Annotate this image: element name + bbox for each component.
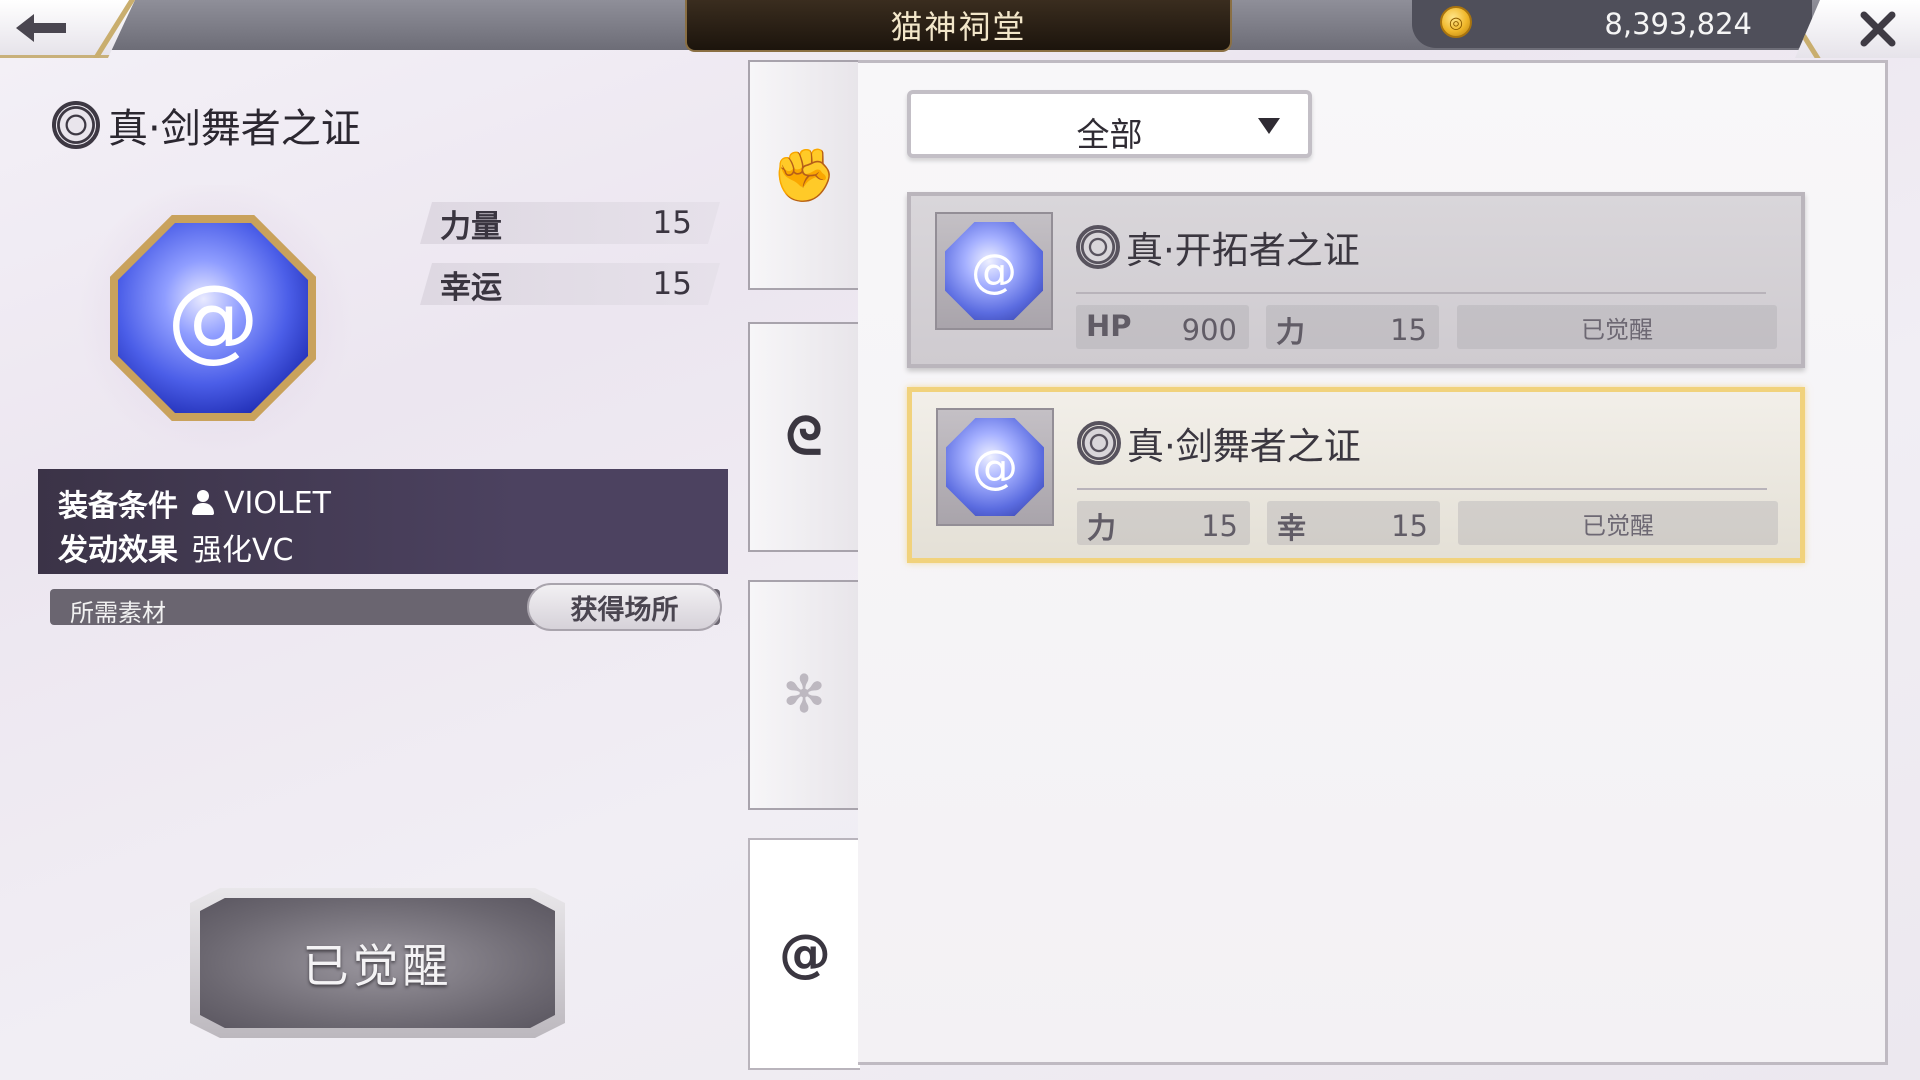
coin-icon: ◎ bbox=[1440, 6, 1472, 38]
item-large-image: @ bbox=[70, 185, 360, 450]
tab-swirl[interactable]: @ bbox=[748, 838, 860, 1070]
equip-condition: 装备条件 VIOLET bbox=[58, 481, 331, 525]
card-stat-label: 力 bbox=[1276, 315, 1306, 349]
emblem-icon: ✻ bbox=[782, 665, 826, 725]
card-stat-value: 900 bbox=[1181, 313, 1237, 347]
card-thumbnail: @ bbox=[935, 212, 1053, 330]
wind-swirl-icon: ᘓ bbox=[785, 406, 823, 467]
stat-label: 幸运 bbox=[440, 269, 502, 306]
materials-label: 所需素材 bbox=[70, 599, 166, 627]
item-card[interactable]: @ 真·开拓者之证 HP 900 力 15 已觉醒 bbox=[907, 192, 1805, 368]
awakened-button[interactable]: 已觉醒 bbox=[190, 888, 565, 1038]
swirl-gem-icon: @ bbox=[946, 418, 1044, 516]
card-name-text: 真·剑舞者之证 bbox=[1127, 425, 1361, 468]
tab-fist[interactable]: ✊ bbox=[748, 60, 858, 290]
stat-value: 15 bbox=[652, 266, 692, 302]
filter-selected: 全部 bbox=[1076, 115, 1143, 154]
emblem-icon bbox=[1076, 225, 1120, 269]
card-divider bbox=[1077, 488, 1767, 490]
emblem-icon bbox=[1077, 421, 1121, 465]
equip-condition-value: VIOLET bbox=[224, 485, 331, 521]
emblem-icon bbox=[52, 101, 100, 149]
card-stat: 力 15 bbox=[1266, 305, 1439, 349]
awakened-button-label: 已觉醒 bbox=[200, 898, 555, 1028]
close-icon bbox=[1860, 11, 1896, 47]
stat-row-luck: 幸运 15 bbox=[420, 263, 720, 305]
item-title-text: 真·剑舞者之证 bbox=[108, 106, 361, 152]
currency-display: ◎ 8,393,824 bbox=[1412, 0, 1812, 48]
effect-row: 发动效果 强化VC bbox=[58, 525, 293, 569]
card-stat-label: 力 bbox=[1087, 511, 1117, 545]
card-stat: HP 900 bbox=[1076, 305, 1249, 349]
item-card-selected[interactable]: @ 真·剑舞者之证 力 15 幸 15 已觉醒 bbox=[907, 387, 1805, 563]
back-arrow-icon bbox=[16, 13, 66, 42]
swirl-gem-icon: @ bbox=[118, 223, 308, 413]
card-stat-value: 15 bbox=[1391, 509, 1428, 543]
stat-row-strength: 力量 15 bbox=[420, 202, 720, 244]
tab-emblem[interactable]: ✻ bbox=[748, 580, 858, 810]
category-tabs: ✊ ᘓ ✻ @ bbox=[748, 60, 860, 1070]
tab-wind[interactable]: ᘓ bbox=[748, 322, 858, 552]
card-stat: 幸 15 bbox=[1267, 501, 1440, 545]
card-stat-label: HP bbox=[1086, 309, 1132, 343]
equip-condition-label: 装备条件 bbox=[58, 489, 178, 524]
card-status: 已觉醒 bbox=[1458, 501, 1778, 545]
card-thumbnail: @ bbox=[936, 408, 1054, 526]
card-title: 真·剑舞者之证 bbox=[1077, 416, 1361, 470]
card-stat-label: 幸 bbox=[1277, 511, 1307, 545]
effect-value: 强化VC bbox=[192, 533, 294, 568]
item-title: 真·剑舞者之证 bbox=[52, 96, 361, 154]
card-title: 真·开拓者之证 bbox=[1076, 220, 1360, 274]
page-title: 猫神祠堂 bbox=[685, 0, 1232, 52]
person-icon bbox=[192, 490, 214, 516]
card-stat: 力 15 bbox=[1077, 501, 1250, 545]
chevron-down-icon bbox=[1258, 118, 1280, 134]
stat-value: 15 bbox=[652, 205, 692, 241]
card-divider bbox=[1076, 292, 1766, 294]
card-stat-value: 15 bbox=[1201, 509, 1238, 543]
currency-value: 8,393,824 bbox=[1604, 7, 1752, 41]
fist-icon: ✊ bbox=[771, 145, 837, 206]
filter-dropdown[interactable]: 全部 bbox=[907, 90, 1312, 158]
stat-label: 力量 bbox=[440, 208, 502, 245]
card-stat-value: 15 bbox=[1390, 313, 1427, 347]
card-name-text: 真·开拓者之证 bbox=[1126, 229, 1360, 272]
obtain-location-button[interactable]: 获得场所 bbox=[527, 583, 722, 631]
swirl-gem-icon: @ bbox=[945, 222, 1043, 320]
swirl-icon: @ bbox=[779, 924, 831, 984]
effect-label: 发动效果 bbox=[58, 533, 178, 568]
card-status: 已觉醒 bbox=[1457, 305, 1777, 349]
condition-panel: 装备条件 VIOLET 发动效果 强化VC bbox=[38, 469, 728, 574]
